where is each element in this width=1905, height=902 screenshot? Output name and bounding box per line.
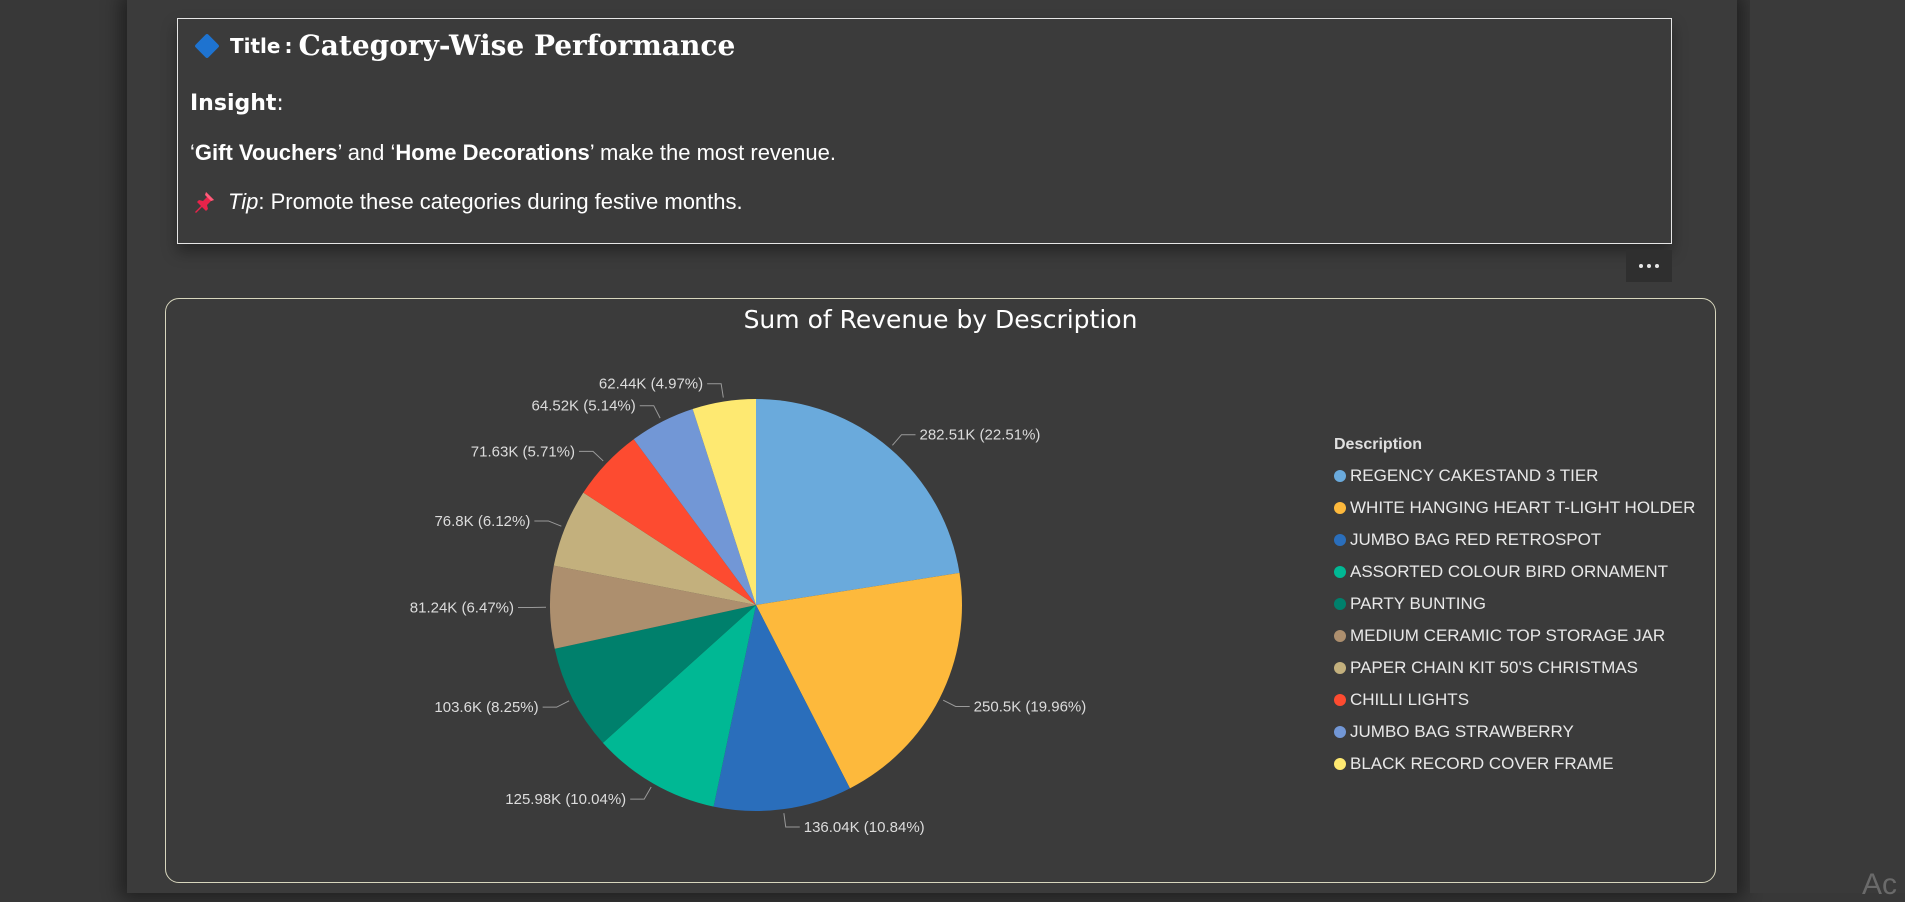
legend-marker-icon <box>1334 630 1346 642</box>
leader-line-8 <box>640 406 660 418</box>
leader-line-7 <box>579 451 603 461</box>
data-label-6: 76.8K (6.12%) <box>434 513 530 530</box>
legend-item[interactable]: BLACK RECORD COVER FRAME <box>1334 748 1695 780</box>
data-label-0: 282.51K (22.51%) <box>920 427 1041 444</box>
data-label-3: 125.98K (10.04%) <box>505 791 626 808</box>
legend-item[interactable]: PARTY BUNTING <box>1334 588 1695 620</box>
data-label-2: 136.04K (10.84%) <box>804 819 925 836</box>
legend-label: REGENCY CAKESTAND 3 TIER <box>1350 466 1598 486</box>
legend-marker-icon <box>1334 662 1346 674</box>
legend-marker-icon <box>1334 470 1346 482</box>
data-label-1: 250.5K (19.96%) <box>974 698 1087 715</box>
leader-line-4 <box>543 701 569 707</box>
legend-title: Description <box>1334 436 1695 454</box>
legend-item[interactable]: REGENCY CAKESTAND 3 TIER <box>1334 460 1695 492</box>
legend-item[interactable]: JUMBO BAG RED RETROSPOT <box>1334 524 1695 556</box>
legend-label: PAPER CHAIN KIT 50'S CHRISTMAS <box>1350 658 1638 678</box>
legend-label: CHILLI LIGHTS <box>1350 690 1469 710</box>
legend-marker-icon <box>1334 534 1346 546</box>
leader-line-1 <box>943 700 969 706</box>
legend-marker-icon <box>1334 566 1346 578</box>
legend-item[interactable]: JUMBO BAG STRAWBERRY <box>1334 716 1695 748</box>
legend-label: PARTY BUNTING <box>1350 594 1486 614</box>
legend-label: JUMBO BAG RED RETROSPOT <box>1350 530 1601 550</box>
activation-watermark-text: Ac <box>1862 868 1897 902</box>
leader-line-9 <box>707 384 723 398</box>
legend-marker-icon <box>1334 726 1346 738</box>
legend-label: BLACK RECORD COVER FRAME <box>1350 754 1614 774</box>
legend-label: JUMBO BAG STRAWBERRY <box>1350 722 1574 742</box>
leader-line-6 <box>534 521 561 526</box>
leader-line-2 <box>784 813 800 827</box>
leader-line-3 <box>630 787 651 799</box>
leader-line-0 <box>892 435 915 446</box>
legend-item[interactable]: MEDIUM CERAMIC TOP STORAGE JAR <box>1334 620 1695 652</box>
legend-marker-icon <box>1334 758 1346 770</box>
legend-label: MEDIUM CERAMIC TOP STORAGE JAR <box>1350 626 1665 646</box>
legend-item[interactable]: CHILLI LIGHTS <box>1334 684 1695 716</box>
chart-legend: Description REGENCY CAKESTAND 3 TIER WHIT… <box>1334 436 1695 780</box>
legend-marker-icon <box>1334 502 1346 514</box>
data-label-5: 81.24K (6.47%) <box>410 599 514 616</box>
legend-label: ASSORTED COLOUR BIRD ORNAMENT <box>1350 562 1668 582</box>
legend-item[interactable]: WHITE HANGING HEART T-LIGHT HOLDER <box>1334 492 1695 524</box>
legend-marker-icon <box>1334 694 1346 706</box>
data-label-8: 64.52K (5.14%) <box>532 398 636 415</box>
data-label-4: 103.6K (8.25%) <box>434 699 538 716</box>
legend-marker-icon <box>1334 598 1346 610</box>
legend-item[interactable]: ASSORTED COLOUR BIRD ORNAMENT <box>1334 556 1695 588</box>
data-label-9: 62.44K (4.97%) <box>599 376 703 393</box>
data-label-7: 71.63K (5.71%) <box>471 443 575 460</box>
legend-label: WHITE HANGING HEART T-LIGHT HOLDER <box>1350 498 1695 518</box>
legend-item[interactable]: PAPER CHAIN KIT 50'S CHRISTMAS <box>1334 652 1695 684</box>
